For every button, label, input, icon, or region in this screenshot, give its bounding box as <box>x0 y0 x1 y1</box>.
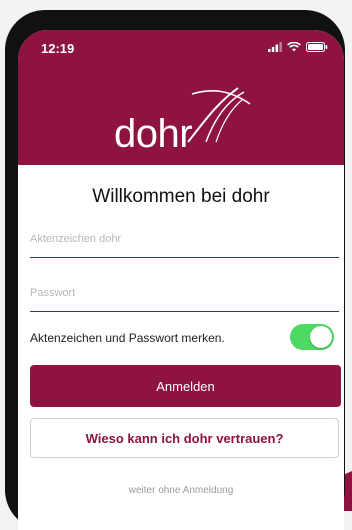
wifi-icon <box>287 42 301 52</box>
password-input[interactable] <box>30 275 339 312</box>
status-icons <box>268 42 328 52</box>
battery-icon <box>306 42 328 52</box>
remember-label: Aktenzeichen und Passwort merken. <box>30 331 225 345</box>
logo-wordmark: dohr <box>114 112 193 156</box>
logo-swoosh-icon <box>187 87 251 143</box>
toggle-knob <box>310 326 332 348</box>
welcome-title: Willkommen bei dohr <box>92 186 270 207</box>
remember-toggle[interactable] <box>290 324 334 350</box>
phone-frame: 12:19 dohr Willkommen bei dohr Aktenzeic… <box>5 10 345 530</box>
login-button[interactable]: Anmelden <box>30 365 341 407</box>
signal-icon <box>268 42 282 52</box>
case-number-input[interactable] <box>30 221 339 258</box>
status-time: 12:19 <box>41 41 75 56</box>
trust-info-button[interactable]: Wieso kann ich dohr vertrauen? <box>30 418 339 458</box>
app-screen: 12:19 dohr Willkommen bei dohr Aktenzeic… <box>18 30 344 530</box>
brand-header: 12:19 dohr <box>18 30 344 165</box>
continue-without-login-link[interactable]: weiter ohne Anmeldung <box>18 485 344 496</box>
